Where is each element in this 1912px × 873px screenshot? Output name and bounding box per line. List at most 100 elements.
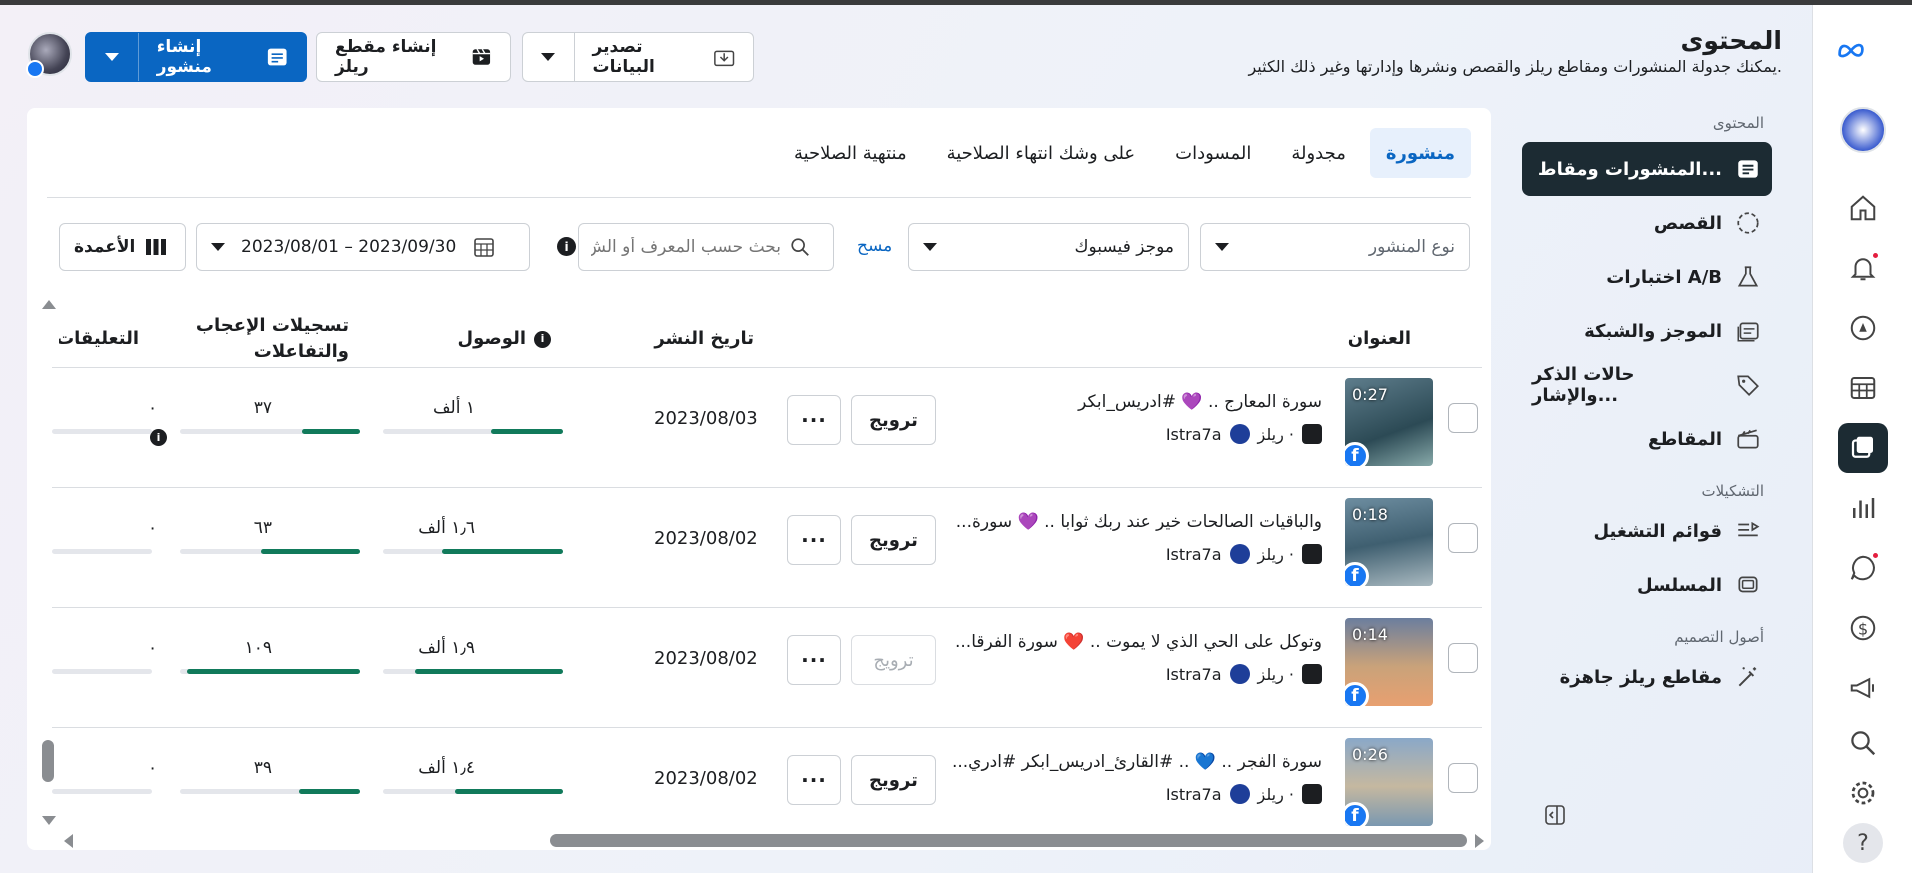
sidebar-item-playlists[interactable]: قوائم التشغيل	[1522, 504, 1772, 558]
table-grid-icon[interactable]	[1838, 363, 1888, 413]
account-name: Istra7a	[1165, 424, 1222, 444]
sidebar-item-label: المقاطع	[1648, 428, 1722, 450]
reel-icon	[1302, 784, 1322, 804]
sidebar-item-ready-reels[interactable]: مقاطع ريلز جاهزة	[1522, 650, 1772, 704]
notifications-bell-icon[interactable]	[1838, 243, 1888, 293]
promote-button[interactable]: ترويج	[851, 755, 936, 805]
row-checkbox[interactable]	[1448, 403, 1478, 433]
post-title[interactable]: وتوكل على الحي الذي لا يموت .. ❤️ سورة ا…	[902, 632, 1322, 652]
settings-gear-icon[interactable]	[1838, 768, 1888, 818]
scroll-left-arrow[interactable]	[64, 834, 73, 848]
account-name: Istra7a	[1165, 544, 1222, 564]
column-title[interactable]: العنوان	[1348, 326, 1411, 352]
video-thumbnail[interactable]: 0:18 f	[1345, 498, 1433, 586]
post-title[interactable]: سورة الفجر .. 💙 .. #القارئ_ادريس_ابكر #ا…	[902, 752, 1322, 772]
search-icon[interactable]	[1838, 718, 1888, 768]
create-reel-button[interactable]: إنشاء مقطع ريلز	[316, 32, 511, 82]
table-row[interactable]: 0:27 f سورة المعارج .. 💜 #ادريس_ابكر Istra7…	[52, 367, 1482, 487]
monetization-dollar-icon[interactable]: $	[1838, 603, 1888, 653]
more-options-button[interactable]: ···	[787, 395, 841, 445]
sidebar-item-series[interactable]: المسلسل	[1522, 558, 1772, 612]
horizontal-scrollbar[interactable]	[550, 834, 1467, 847]
more-options-button[interactable]: ···	[787, 635, 841, 685]
more-options-button[interactable]: ···	[787, 755, 841, 805]
tab-drafts[interactable]: المسودات	[1159, 128, 1267, 178]
chevron-down-icon	[541, 53, 556, 61]
create-post-label: إنشاء منشور	[156, 37, 212, 77]
promote-button[interactable]: ترويج	[851, 395, 936, 445]
vertical-scrollbar[interactable]	[42, 740, 54, 782]
sidebar-item-stories[interactable]: القصص	[1522, 196, 1772, 250]
video-thumbnail[interactable]: 0:27 f	[1345, 378, 1433, 466]
search-input[interactable]	[591, 237, 781, 257]
comments-bar	[52, 669, 152, 674]
clapper-icon	[1734, 425, 1762, 453]
account-avatar-icon	[1229, 664, 1250, 684]
create-post-button[interactable]: إنشاء منشور	[137, 33, 306, 81]
help-icon[interactable]: ?	[1838, 818, 1888, 868]
promote-button[interactable]: ترويج	[851, 635, 936, 685]
insights-bars-icon[interactable]	[1838, 483, 1888, 533]
comments-bar	[52, 429, 152, 434]
compass-icon[interactable]	[1838, 303, 1888, 353]
tab-published[interactable]: منشورة	[1369, 128, 1471, 178]
more-options-button[interactable]: ···	[787, 515, 841, 565]
date-range-picker[interactable]: 2023/08/01 – 2023/09/30	[196, 223, 530, 271]
scroll-right-arrow[interactable]	[1475, 834, 1484, 848]
post-title[interactable]: سورة المعارج .. 💜 #ادريس_ابكر	[902, 392, 1322, 412]
row-checkbox[interactable]	[1448, 763, 1478, 793]
row-checkbox[interactable]	[1448, 643, 1478, 673]
clear-filters-link[interactable]: مسح	[857, 236, 892, 256]
likes-value: ١٠٩	[244, 638, 272, 658]
column-likes-reactions[interactable]: تسجيلات الإعجاب والتفاعلات	[196, 313, 349, 365]
post-title[interactable]: والباقيات الصالحات خير عند ربك ثوابا .. …	[902, 512, 1322, 532]
comments-value: ٠	[148, 758, 158, 778]
row-checkbox[interactable]	[1448, 523, 1478, 553]
content-icon[interactable]	[1838, 423, 1888, 473]
promote-button[interactable]: ترويج	[851, 515, 936, 565]
ads-megaphone-icon[interactable]	[1838, 663, 1888, 713]
sidebar-item-mentions-tags[interactable]: حالات الذكر والإشار...	[1522, 358, 1772, 412]
table-row[interactable]: 0:26 f سورة الفجر .. 💙 .. #القارئ_ادريس_اب…	[52, 727, 1482, 847]
post-type-select[interactable]: نوع المنشور	[1200, 223, 1470, 271]
create-post-dropdown-button[interactable]	[86, 33, 138, 81]
comments-value: ٠	[148, 398, 158, 418]
sidebar-item-feed-grid[interactable]: الموجز والشبكة	[1522, 304, 1772, 358]
search-icon	[791, 238, 809, 256]
export-dropdown-button[interactable]	[523, 33, 574, 81]
sidebar-item-ab-tests[interactable]: اختبارات A/B	[1522, 250, 1772, 304]
account-avatar-icon	[1229, 784, 1250, 804]
video-thumbnail[interactable]: 0:14 f	[1345, 618, 1433, 706]
page-avatar[interactable]	[1838, 105, 1888, 155]
tab-expiring[interactable]: على وشك انتهاء الصلاحية	[931, 128, 1152, 178]
facebook-icon: f	[1345, 802, 1369, 826]
video-thumbnail[interactable]: 0:26 f	[1345, 738, 1433, 826]
collapse-sidebar-icon[interactable]	[1543, 803, 1567, 827]
feed-select[interactable]: موجز فيسبوك	[908, 223, 1189, 271]
export-data-button[interactable]: تصدير البيانات	[573, 33, 753, 81]
table-row[interactable]: 0:18 f والباقيات الصالحات خير عند ربك ثواب…	[52, 487, 1482, 607]
sidebar-item-posts-reels[interactable]: المنشورات ومقاط...	[1522, 142, 1772, 196]
inbox-chat-icon[interactable]	[1838, 543, 1888, 593]
columns-button[interactable]: الأعمدة	[59, 223, 186, 271]
tab-scheduled[interactable]: مجدولة	[1275, 128, 1362, 178]
account-avatar[interactable]	[26, 32, 72, 78]
column-comments[interactable]: التعليقات	[59, 326, 139, 352]
post-meta: Istra7a ريلز ·	[1166, 784, 1322, 804]
tab-expired[interactable]: منتهية الصلاحية	[778, 128, 923, 178]
info-icon[interactable]: i	[534, 330, 551, 348]
svg-text:$: $	[1858, 619, 1868, 638]
scroll-up-arrow[interactable]	[42, 300, 56, 309]
table-row[interactable]: 0:14 f وتوكل على الحي الذي لا يموت .. ❤️ س…	[52, 607, 1482, 727]
reach-value: ١٫٦ ألف	[418, 518, 475, 538]
search-info-icon[interactable]: i	[557, 237, 576, 256]
account-avatar-icon	[1229, 544, 1250, 564]
reach-bar	[383, 429, 563, 434]
scroll-down-arrow[interactable]	[42, 816, 56, 825]
column-publish-date[interactable]: تاريخ النشر	[654, 326, 754, 352]
sidebar-item-label: المنشورات ومقاط...	[1537, 158, 1722, 180]
sidebar-item-clips[interactable]: المقاطع	[1522, 412, 1772, 466]
column-reach[interactable]: الوصول i	[457, 326, 551, 352]
home-icon[interactable]	[1838, 183, 1888, 233]
meta-logo[interactable]	[1836, 35, 1866, 69]
